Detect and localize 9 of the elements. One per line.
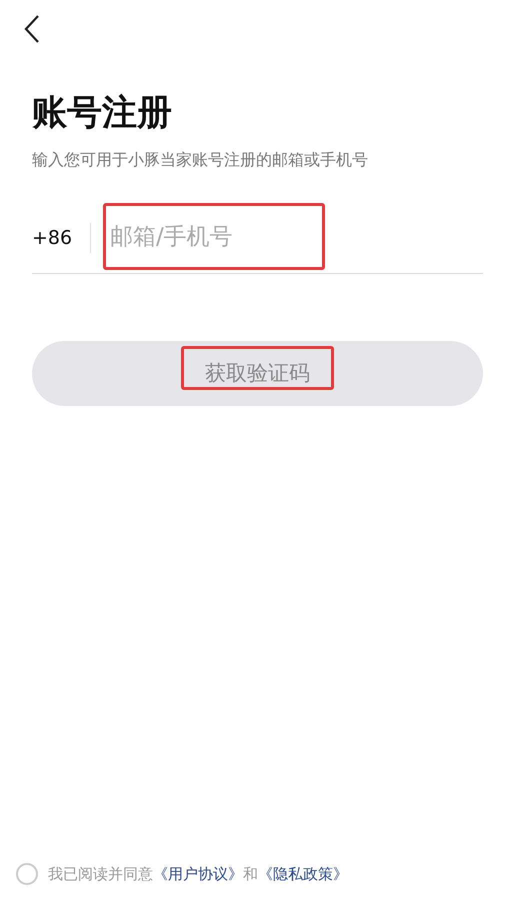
agreement-checkbox[interactable]	[16, 862, 38, 885]
back-icon[interactable]	[23, 14, 41, 44]
account-input-field[interactable]: 邮箱/手机号	[103, 212, 303, 262]
subtitle: 输入您可用于小豚当家账号注册的邮箱或手机号	[32, 148, 368, 171]
agreement-link[interactable]: 《隐私政策》	[258, 864, 348, 882]
agreement-link[interactable]: 《用户协议》	[153, 864, 243, 882]
country-code[interactable]: +86	[32, 224, 90, 252]
agreement-text: 我已阅读并同意《用户协议》和《隐私政策》	[48, 864, 348, 884]
page-title: 账号注册	[32, 92, 172, 135]
